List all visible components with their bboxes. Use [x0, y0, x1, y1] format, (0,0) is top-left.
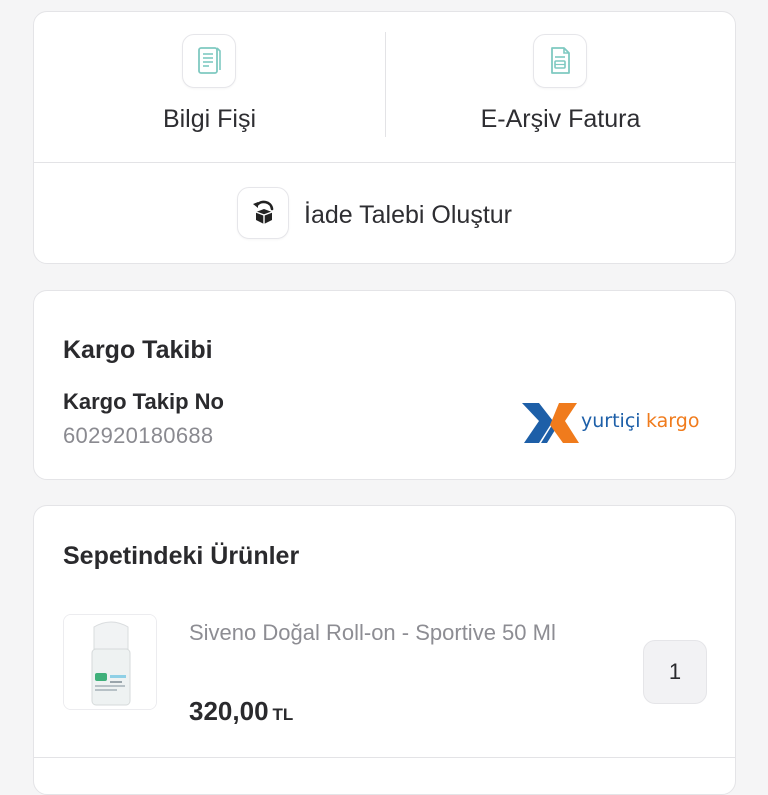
cargo-tracking-card: Kargo Takibi Kargo Takip No 602920180688…: [33, 290, 736, 480]
e-archive-invoice-button[interactable]: E-Arşiv Fatura: [385, 12, 736, 163]
basket-products-card: Sepetindeki Ürünler Siveno Doğal Roll-on…: [33, 505, 736, 795]
basket-products-title: Sepetindeki Ürünler: [63, 542, 300, 570]
logo-text-kargo: kargo: [646, 410, 699, 432]
tracking-number-value[interactable]: 602920180688: [63, 423, 213, 449]
product-quantity-badge: 1: [643, 640, 707, 704]
product-price-amount: 320,00: [189, 696, 269, 726]
cargo-tracking-title: Kargo Takibi: [63, 336, 213, 364]
document-links-row: Bilgi Fişi E-Arşiv Fatura: [34, 12, 735, 163]
product-thumbnail[interactable]: [63, 614, 157, 710]
tracking-number-label: Kargo Takip No: [63, 389, 224, 414]
product-name[interactable]: Siveno Doğal Roll-on - Sportive 50 Ml: [189, 619, 589, 647]
product-price-currency: TL: [272, 705, 294, 724]
create-return-request-button[interactable]: İade Talebi Oluştur: [34, 163, 735, 264]
return-box-icon: [237, 187, 289, 239]
logo-text-yurtici: yurtiçi: [581, 410, 641, 432]
documents-card: Bilgi Fişi E-Arşiv Fatura İade Talebi Ol…: [33, 11, 736, 264]
invoice-icon: [533, 34, 587, 88]
product-price: 320,00 TL: [189, 696, 293, 727]
info-receipt-button[interactable]: Bilgi Fişi: [34, 12, 385, 163]
e-archive-invoice-label: E-Arşiv Fatura: [480, 105, 641, 133]
create-return-request-label: İade Talebi Oluştur: [304, 201, 512, 229]
info-receipt-label: Bilgi Fişi: [162, 105, 257, 133]
yurtici-kargo-logo: yurtiçi kargo: [519, 399, 709, 451]
receipt-icon: [182, 34, 236, 88]
horizontal-divider: [34, 757, 735, 758]
